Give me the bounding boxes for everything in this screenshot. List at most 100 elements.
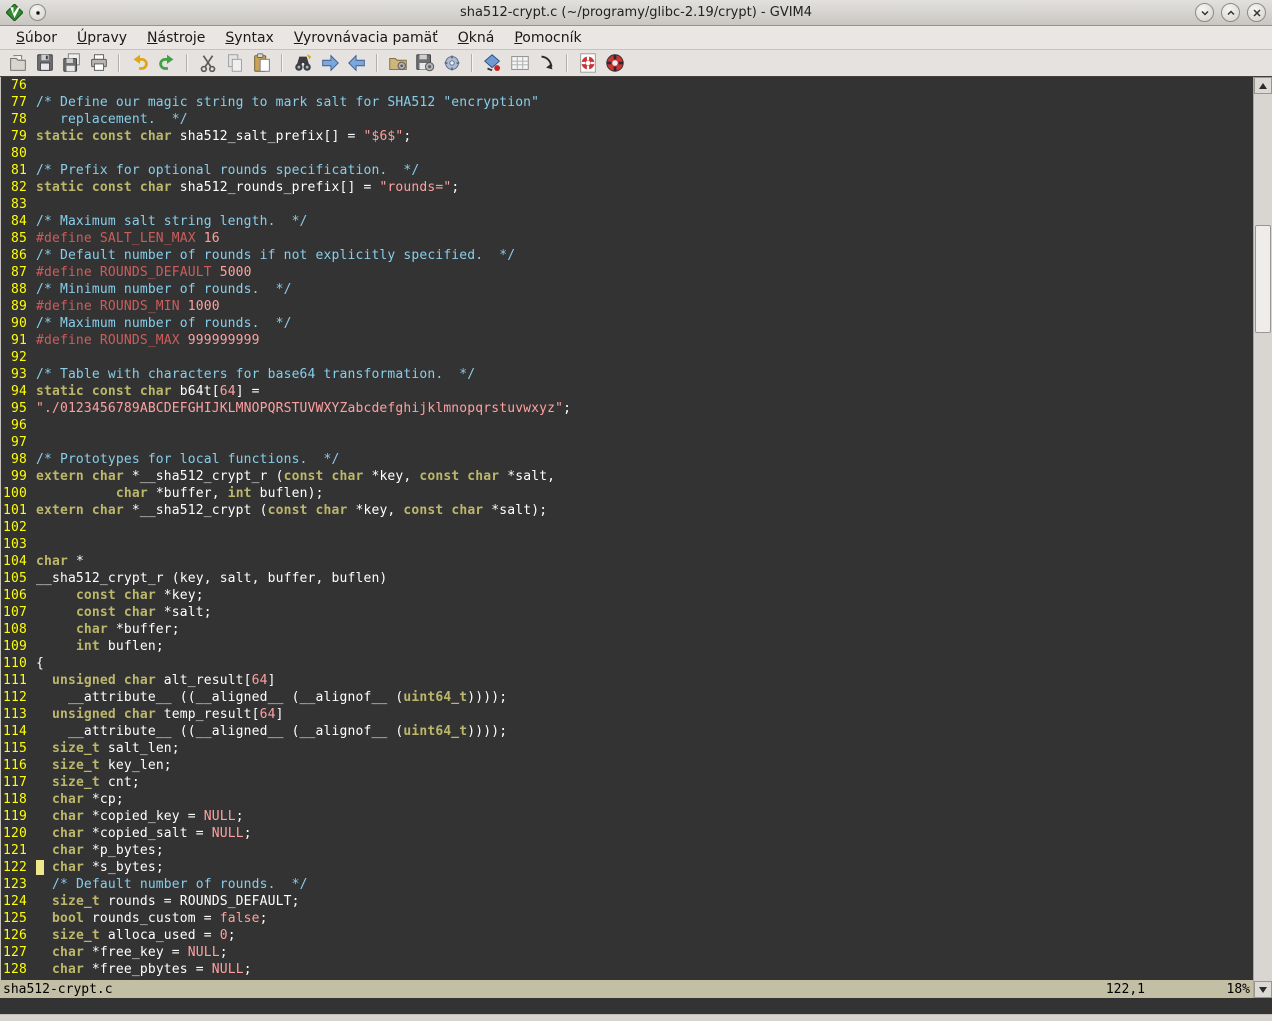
tool-print-button[interactable] (85, 51, 112, 76)
code-segment: ; (260, 911, 268, 926)
undo-icon (129, 52, 151, 74)
command-line[interactable] (0, 998, 1272, 1014)
code-segment: char (116, 486, 148, 501)
code-segment: NULL (212, 826, 244, 841)
line-number: 87 (3, 264, 36, 281)
title-bar[interactable]: sha512-crypt.c (~/programy/glibc-2.19/cr… (0, 0, 1272, 26)
make-icon (482, 52, 504, 74)
line-number: 120 (3, 825, 36, 842)
scroll-up-button[interactable] (1254, 77, 1272, 94)
line-number: 98 (3, 451, 36, 468)
line-number: 76 (3, 77, 36, 94)
line-number: 93 (3, 366, 36, 383)
tool-save-button[interactable] (31, 51, 58, 76)
tool-run-script-button[interactable] (438, 51, 465, 76)
scrollbar-thumb[interactable] (1255, 225, 1271, 333)
line-number: 84 (3, 213, 36, 230)
close-button[interactable] (1247, 3, 1266, 22)
code-segment: char (52, 860, 84, 875)
tool-find-button[interactable] (289, 51, 316, 76)
menu-file[interactable]: Súbor (6, 28, 67, 48)
tool-find-prev-button[interactable] (343, 51, 370, 76)
line-number: 124 (3, 893, 36, 910)
tool-undo-button[interactable] (126, 51, 153, 76)
tool-make-button[interactable] (479, 51, 506, 76)
tool-find-help-button[interactable] (601, 51, 628, 76)
tool-find-next-button[interactable] (316, 51, 343, 76)
line-number: 97 (3, 434, 36, 451)
code-line-112: 112 __attribute__ ((__aligned__ (__align… (3, 689, 1253, 706)
line-number: 112 (3, 689, 36, 706)
code-segment: const char (403, 503, 483, 518)
code-segment: #define ROUNDS_MAX (36, 333, 188, 348)
load-session-icon (387, 52, 409, 74)
code-line-115: 115 size_t salt_len; (3, 740, 1253, 757)
code-line-81: 81/* Prefix for optional rounds specific… (3, 162, 1253, 179)
scroll-down-button[interactable] (1254, 981, 1272, 998)
menu-help[interactable]: Pomocník (504, 28, 591, 48)
code-segment: 5000 (220, 265, 252, 280)
line-number: 79 (3, 128, 36, 145)
tool-tag-jump-button[interactable] (533, 51, 560, 76)
code-segment: __attribute__ ((__aligned__ (__alignof__… (36, 690, 403, 705)
code-segment (36, 809, 52, 824)
code-segment: *salt, (499, 469, 555, 484)
code-segment: char (52, 843, 84, 858)
toolbar (0, 50, 1272, 77)
code-line-100: 100 char *buffer, int buflen); (3, 485, 1253, 502)
tool-copy-button[interactable] (221, 51, 248, 76)
run-script-icon (441, 52, 463, 74)
text-area[interactable]: 7677/* Define our magic string to mark s… (0, 77, 1253, 980)
line-number: 125 (3, 910, 36, 927)
code-segment (36, 843, 52, 858)
vertical-scrollbar[interactable] (1253, 77, 1272, 998)
close-icon (1251, 7, 1263, 19)
code-segment (36, 928, 52, 943)
tool-save-all-button[interactable] (58, 51, 85, 76)
tool-load-session-button[interactable] (384, 51, 411, 76)
menu-windows[interactable]: Okná (448, 28, 505, 48)
line-number: 114 (3, 723, 36, 740)
code-line-93: 93/* Table with characters for base64 tr… (3, 366, 1253, 383)
save-all-icon (61, 52, 83, 74)
line-number: 105 (3, 570, 36, 587)
tool-build-tags-button[interactable] (506, 51, 533, 76)
code-segment: 16 (204, 231, 220, 246)
menu-buffers[interactable]: Vyrovnávacia pamäť (284, 28, 448, 48)
code-segment (36, 673, 52, 688)
menu-syntax[interactable]: Syntax (215, 28, 283, 48)
maximize-button[interactable] (1221, 3, 1240, 22)
code-segment: /* Minimum number of rounds. */ (36, 282, 292, 297)
tool-save-session-button[interactable] (411, 51, 438, 76)
code-segment (36, 486, 116, 501)
line-number: 108 (3, 621, 36, 638)
code-line-124: 124 size_t rounds = ROUNDS_DEFAULT; (3, 893, 1253, 910)
tool-open-button[interactable] (4, 51, 31, 76)
line-number: 83 (3, 196, 36, 213)
tool-help-button[interactable] (574, 51, 601, 76)
window: sha512-crypt.c (~/programy/glibc-2.19/cr… (0, 0, 1272, 1021)
code-line-110: 110{ (3, 655, 1253, 672)
code-segment: * (68, 554, 84, 569)
paste-icon (251, 52, 273, 74)
line-number: 99 (3, 468, 36, 485)
code-segment: b64t[ (172, 384, 220, 399)
menu-edit[interactable]: Úpravy (67, 28, 137, 48)
code-segment (36, 792, 52, 807)
code-segment: 999999999 (188, 333, 260, 348)
line-number: 117 (3, 774, 36, 791)
tool-paste-button[interactable] (248, 51, 275, 76)
status-percent: 18% (1145, 982, 1250, 997)
window-menu-button[interactable] (29, 4, 46, 21)
line-number: 118 (3, 791, 36, 808)
find-icon (292, 52, 314, 74)
minimize-button[interactable] (1195, 3, 1214, 22)
tool-redo-button[interactable] (153, 51, 180, 76)
code-segment (36, 826, 52, 841)
code-line-77: 77/* Define our magic string to mark sal… (3, 94, 1253, 111)
line-number: 109 (3, 638, 36, 655)
tool-cut-button[interactable] (194, 51, 221, 76)
code-segment: /* Default number of rounds if not expli… (36, 248, 515, 263)
menu-tools[interactable]: Nástroje (137, 28, 215, 48)
code-segment (36, 877, 52, 892)
